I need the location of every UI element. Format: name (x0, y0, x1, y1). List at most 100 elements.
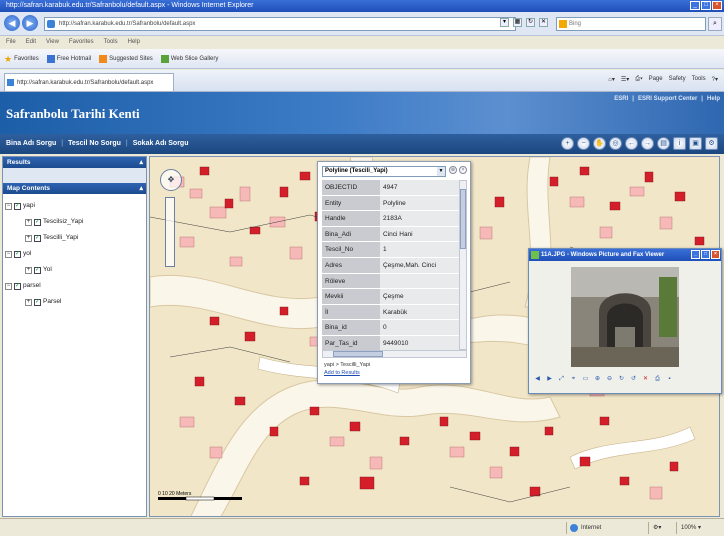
minimize-button[interactable]: _ (690, 1, 700, 10)
rotate-ccw-icon[interactable]: ↺ (629, 375, 638, 384)
collapse-toggle[interactable]: − (5, 250, 12, 258)
rotate-cw-icon[interactable]: ↻ (617, 375, 626, 384)
link-esri-support[interactable]: ESRI Support Center (638, 96, 697, 102)
forward-extent-icon[interactable]: → (641, 137, 654, 150)
compat-view-icon[interactable]: ▦ (513, 18, 522, 27)
close-button[interactable]: × (711, 250, 720, 259)
layer-checkbox[interactable]: ✓ (34, 234, 41, 242)
zoom-slider[interactable] (165, 197, 175, 267)
save-icon[interactable]: ▪ (665, 375, 674, 384)
maximize-button[interactable]: □ (701, 1, 711, 10)
back-button[interactable]: ◀ (4, 15, 20, 31)
close-icon[interactable]: × (459, 166, 467, 174)
search-input[interactable]: Bing (556, 17, 706, 31)
bina-adi-sorgu-link[interactable]: Bina Adı Sorgu (6, 134, 56, 154)
expand-toggle[interactable]: + (25, 218, 32, 226)
measure-icon[interactable]: ▤ (657, 137, 670, 150)
address-bar[interactable]: http://safran.karabuk.edu.tr/Safranbolu/… (44, 17, 516, 31)
link-help[interactable]: Help (707, 96, 720, 102)
command-tools[interactable]: Tools (692, 76, 706, 83)
next-icon[interactable]: ▶ (545, 375, 554, 384)
menu-tools[interactable]: Tools (104, 36, 118, 49)
expand-toggle[interactable]: + (25, 234, 32, 242)
settings-icon[interactable]: ⚙ (705, 137, 718, 150)
layer-checkbox[interactable]: ✓ (14, 250, 21, 258)
layer-tescilli-yapi[interactable]: + ✓ Tescilli_Yapi (5, 230, 144, 246)
tescil-no-sorgu-link[interactable]: Tescil No Sorgu (68, 134, 121, 154)
menu-help[interactable]: Help (128, 36, 140, 49)
pan-compass-icon[interactable]: ✥ (160, 169, 182, 191)
layer-tescilsiz-yapi[interactable]: + ✓ Tescilsiz_Yapi (5, 214, 144, 230)
full-extent-icon[interactable]: ◎ (609, 137, 622, 150)
search-icon[interactable]: ⌕ (708, 17, 722, 31)
dropdown-icon[interactable]: ▾ (500, 18, 509, 27)
previous-icon[interactable]: ◀ (533, 375, 542, 384)
print-icon[interactable]: ⎙ (653, 375, 662, 384)
zoom-out-icon[interactable]: − (577, 137, 590, 150)
collapse-icon[interactable]: ▴ (139, 183, 143, 194)
back-extent-icon[interactable]: ← (625, 137, 638, 150)
forward-button[interactable]: ▶ (22, 15, 38, 31)
close-button[interactable]: × (712, 1, 722, 10)
actual-size-icon[interactable]: ⌖ (569, 375, 578, 384)
pan-icon[interactable]: ✋ (593, 137, 606, 150)
layer-parsel[interactable]: − ✓ parsel (5, 278, 144, 294)
link-esri[interactable]: ESRI (614, 96, 628, 102)
layer-checkbox[interactable]: ✓ (34, 218, 41, 226)
command-page[interactable]: Page (649, 76, 663, 83)
home-icon[interactable]: ⌂▾ (608, 76, 615, 83)
protected-mode-icon[interactable]: ⚙▾ (648, 522, 674, 534)
print-icon[interactable]: ⎙▾ (635, 76, 642, 83)
zoom-to-icon[interactable]: ⊕ (449, 166, 457, 174)
scroll-thumb[interactable] (460, 189, 466, 249)
sokak-adi-sorgu-link[interactable]: Sokak Adı Sorgu (133, 134, 189, 154)
refresh-icon[interactable]: ↻ (526, 18, 535, 27)
browser-tab[interactable]: http://safran.karabuk.edu.tr/Safranbolu/… (4, 73, 174, 91)
collapse-toggle[interactable]: − (5, 202, 12, 210)
expand-toggle[interactable]: + (25, 298, 32, 306)
layer-checkbox[interactable]: ✓ (14, 202, 21, 210)
expand-toggle[interactable]: + (25, 266, 32, 274)
zoom-out-icon[interactable]: ⊖ (605, 375, 614, 384)
collapse-icon[interactable]: ▴ (139, 157, 143, 168)
fav-suggested-sites[interactable]: Suggested Sites (99, 49, 153, 68)
menu-file[interactable]: File (6, 36, 16, 49)
attribute-row: Par_Tas_id 9449010 (322, 335, 459, 350)
layer-yol[interactable]: − ✓ yol (5, 246, 144, 262)
layer-yapi[interactable]: − ✓ yapi (5, 198, 144, 214)
maximize-button[interactable]: □ (701, 250, 710, 259)
feeds-icon[interactable]: ☰▾ (621, 76, 629, 83)
favorites-button[interactable]: ★ Favorites (4, 49, 39, 68)
fav-web-slice[interactable]: Web Slice Gallery (160, 49, 218, 68)
add-to-results-link[interactable]: Add to Results (324, 370, 370, 376)
slideshow-icon[interactable]: ▭ (581, 375, 590, 384)
help-icon[interactable]: ?▾ (712, 76, 718, 83)
layer-yol-child[interactable]: + ✓ Yol (5, 262, 144, 278)
layer-checkbox[interactable]: ✓ (34, 266, 41, 274)
command-safety[interactable]: Safety (669, 76, 686, 83)
zoom-in-icon[interactable]: + (561, 137, 574, 150)
stop-icon[interactable]: ✕ (539, 18, 548, 27)
minimize-button[interactable]: _ (691, 250, 700, 259)
map-contents-header[interactable]: Map Contents ▴ (3, 183, 146, 194)
print-map-icon[interactable]: ▣ (689, 137, 702, 150)
menu-view[interactable]: View (46, 36, 59, 49)
delete-icon[interactable]: ✕ (641, 375, 650, 384)
best-fit-icon[interactable]: ⤢ (557, 375, 566, 384)
collapse-toggle[interactable]: − (5, 282, 12, 290)
vertical-scrollbar[interactable] (459, 180, 467, 350)
menu-edit[interactable]: Edit (26, 36, 36, 49)
layer-checkbox[interactable]: ✓ (34, 298, 41, 306)
fav-free-hotmail[interactable]: Free Hotmail (46, 49, 91, 68)
chevron-down-icon[interactable]: ▼ (437, 167, 445, 176)
zoom-in-icon[interactable]: ⊕ (593, 375, 602, 384)
layer-parsel-child[interactable]: + ✓ Parsel (5, 294, 144, 310)
menu-favorites[interactable]: Favorites (69, 36, 94, 49)
horizontal-scrollbar[interactable] (322, 350, 467, 358)
zoom-level[interactable]: 100% ▾ (676, 522, 720, 534)
layer-checkbox[interactable]: ✓ (14, 282, 21, 290)
results-header[interactable]: Results ▴ (3, 157, 146, 168)
identify-icon[interactable]: i (673, 137, 686, 150)
layer-select[interactable]: Polyline (Tescili_Yapi) ▼ (322, 166, 446, 177)
scroll-thumb[interactable] (333, 351, 383, 357)
